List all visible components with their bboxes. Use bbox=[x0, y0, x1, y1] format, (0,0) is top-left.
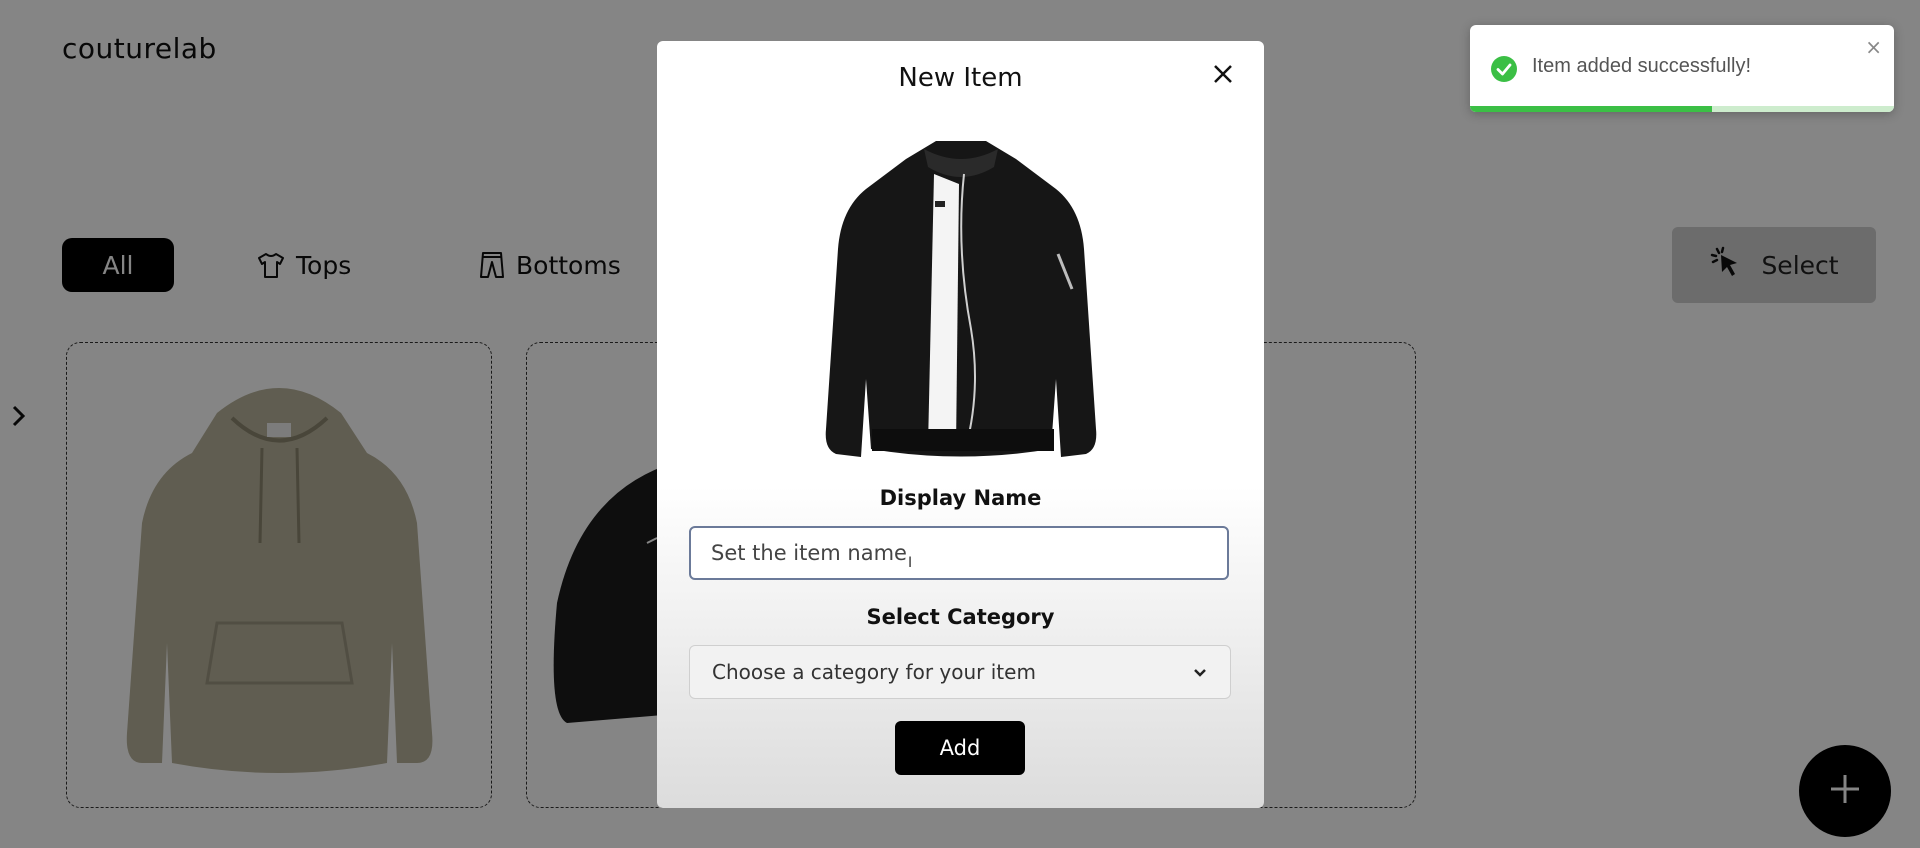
category-select[interactable]: Choose a category for your item bbox=[689, 645, 1231, 699]
select-category-label: Select Category bbox=[866, 605, 1055, 629]
category-select-value: Choose a category for your item bbox=[712, 660, 1036, 684]
display-name-label: Display Name bbox=[879, 486, 1042, 510]
chevron-down-icon bbox=[1192, 660, 1208, 684]
close-button[interactable] bbox=[1208, 61, 1238, 91]
page: couturelab All Tops Bottoms Select New I… bbox=[0, 0, 1920, 848]
add-button-label: Add bbox=[939, 736, 981, 760]
add-button[interactable]: Add bbox=[895, 721, 1025, 775]
check-circle-icon bbox=[1490, 55, 1518, 87]
item-preview-image bbox=[825, 141, 1097, 457]
toast-close-icon[interactable]: × bbox=[1865, 35, 1882, 59]
close-icon bbox=[1213, 64, 1233, 88]
text-cursor-icon: I bbox=[908, 555, 913, 571]
toast-message: Item added successfully! bbox=[1532, 55, 1751, 77]
success-toast: Item added successfully! × bbox=[1470, 25, 1894, 112]
modal-title: New Item bbox=[898, 63, 1023, 93]
new-item-modal: New Item Display Name I Select Category bbox=[657, 41, 1264, 808]
toast-progress-bar bbox=[1470, 106, 1712, 112]
item-name-input[interactable] bbox=[689, 526, 1229, 580]
